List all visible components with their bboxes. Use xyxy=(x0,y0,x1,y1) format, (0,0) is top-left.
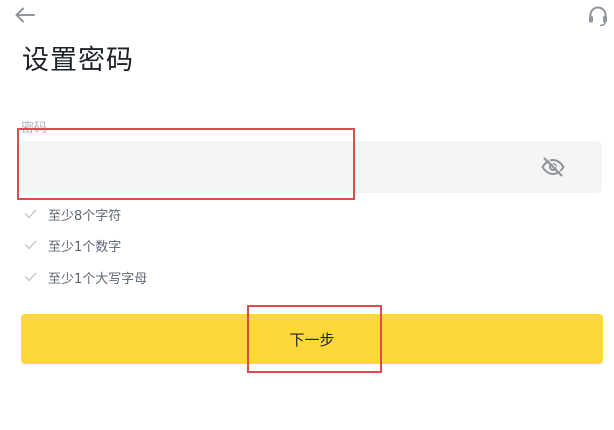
check-icon xyxy=(24,240,37,250)
set-password-page: 设置密码 密码 至少8个字符 至少1个数字 至少1个大写字母 下一步 xyxy=(0,0,614,430)
password-visibility-toggle[interactable] xyxy=(540,155,566,179)
requirement-label: 至少1个大写字母 xyxy=(48,271,148,287)
requirement-uppercase: 至少1个大写字母 xyxy=(24,268,148,287)
customer-support-button[interactable] xyxy=(586,4,610,28)
arrow-left-icon xyxy=(15,7,35,23)
password-input[interactable] xyxy=(20,141,520,193)
back-button[interactable] xyxy=(12,4,38,26)
next-button[interactable]: 下一步 xyxy=(21,314,603,364)
page-title: 设置密码 xyxy=(22,45,134,76)
check-icon xyxy=(24,272,37,282)
requirement-label: 至少8个字符 xyxy=(48,208,122,224)
eye-off-icon xyxy=(541,156,565,177)
password-label: 密码 xyxy=(21,121,48,136)
check-icon xyxy=(24,209,37,219)
password-field xyxy=(20,141,602,193)
requirement-label: 至少1个数字 xyxy=(48,239,122,255)
headset-icon xyxy=(589,6,607,27)
requirement-number: 至少1个数字 xyxy=(24,236,122,255)
requirement-min-length: 至少8个字符 xyxy=(24,205,122,224)
